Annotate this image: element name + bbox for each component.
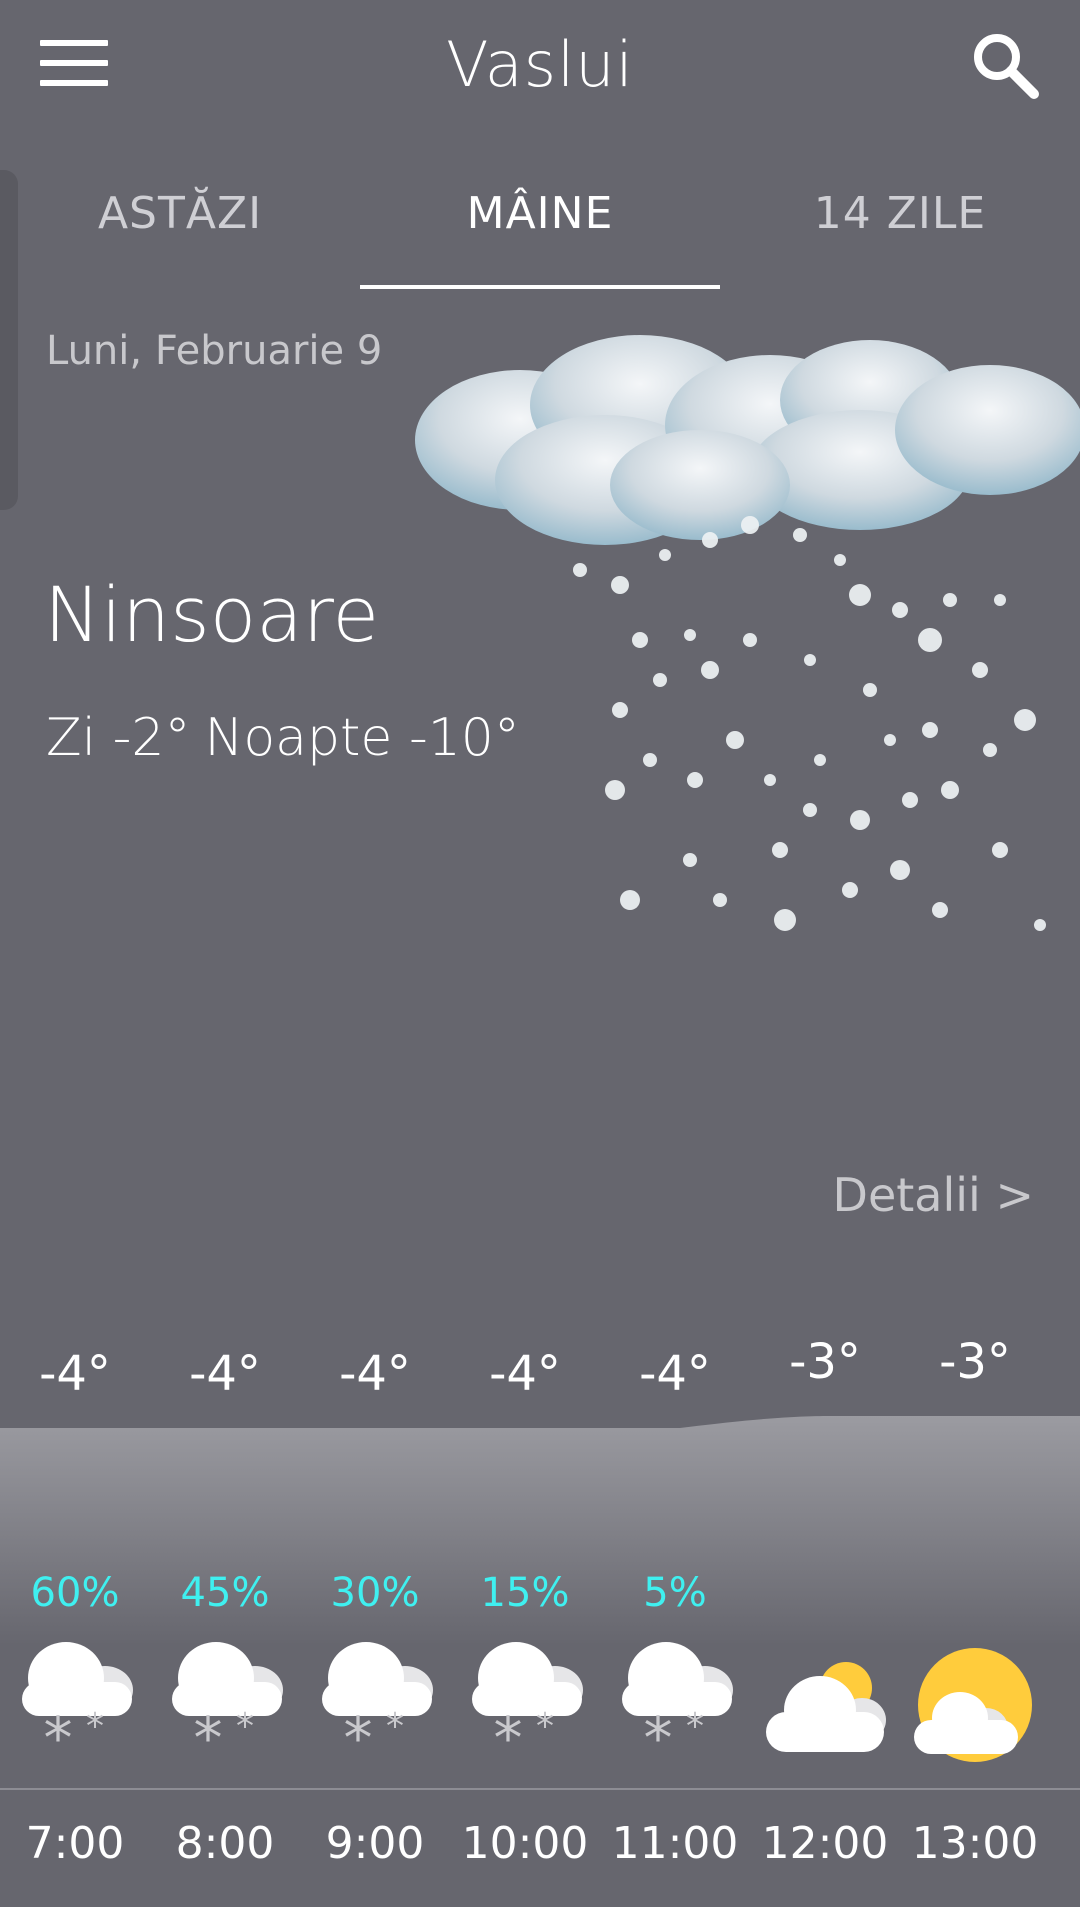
day-tabs: ASTĂZI MÂINE 14 ZILE xyxy=(0,170,1080,290)
svg-text:*: * xyxy=(386,1706,404,1747)
snow-cloud-icon: * * xyxy=(300,1630,450,1780)
weather-condition: Ninsoare xyxy=(44,570,380,659)
hourly-forecast: -4° -4° -4° -4° -4° -3° -3° 60% 45% 30% … xyxy=(0,1320,1080,1907)
hour-temp: -4° xyxy=(489,1346,561,1402)
precip-chance: 15% xyxy=(480,1570,570,1616)
svg-text:*: * xyxy=(86,1706,104,1747)
app-bar: Vaslui xyxy=(0,0,1080,130)
hour-time: 10:00 xyxy=(461,1818,589,1869)
hour-temp: -4° xyxy=(39,1346,111,1402)
active-tab-indicator xyxy=(360,285,720,289)
hour-temp: -4° xyxy=(639,1346,711,1402)
hour-temp: -4° xyxy=(189,1346,261,1402)
svg-text:*: * xyxy=(194,1704,223,1772)
svg-text:*: * xyxy=(644,1704,673,1772)
snow-cloud-icon xyxy=(390,310,1080,960)
precip-chance: 30% xyxy=(330,1570,420,1616)
tab-14-zile[interactable]: 14 ZILE xyxy=(720,188,1080,239)
snow-cloud-icon: * * xyxy=(450,1630,600,1780)
precip-chance: 45% xyxy=(180,1570,270,1616)
svg-text:*: * xyxy=(236,1706,254,1747)
hour-time: 8:00 xyxy=(175,1818,275,1869)
city-title: Vaslui xyxy=(446,28,634,101)
snow-cloud-icon: * * xyxy=(0,1630,150,1780)
tab-maine[interactable]: MÂINE xyxy=(360,188,720,239)
svg-text:*: * xyxy=(536,1706,554,1747)
svg-text:*: * xyxy=(494,1704,523,1772)
partly-cloudy-icon xyxy=(750,1630,900,1780)
snow-cloud-icon: * * xyxy=(150,1630,300,1780)
hour-time: 12:00 xyxy=(761,1818,889,1869)
tab-astazi[interactable]: ASTĂZI xyxy=(0,188,360,239)
search-icon[interactable] xyxy=(970,30,1040,100)
snow-cloud-icon: * * xyxy=(600,1630,750,1780)
precip-chance: 60% xyxy=(30,1570,120,1616)
sun-cloud-icon xyxy=(900,1630,1050,1780)
hour-temp: -4° xyxy=(339,1346,411,1402)
hourly-divider xyxy=(0,1788,1080,1790)
day-temp: Zi -2° xyxy=(46,708,191,768)
svg-text:*: * xyxy=(344,1704,373,1772)
svg-text:*: * xyxy=(44,1704,73,1772)
hour-temp: -3° xyxy=(939,1334,1011,1390)
forecast-date: Luni, Februarie 9 xyxy=(46,328,383,374)
svg-text:*: * xyxy=(686,1706,704,1747)
hour-time: 13:00 xyxy=(911,1818,1039,1869)
hour-time: 11:00 xyxy=(611,1818,739,1869)
hour-temp: -3° xyxy=(789,1334,861,1390)
precip-chance: 5% xyxy=(643,1570,707,1616)
details-link[interactable]: Detalii > xyxy=(833,1168,1034,1222)
hour-time: 7:00 xyxy=(25,1818,125,1869)
hour-time: 9:00 xyxy=(325,1818,425,1869)
